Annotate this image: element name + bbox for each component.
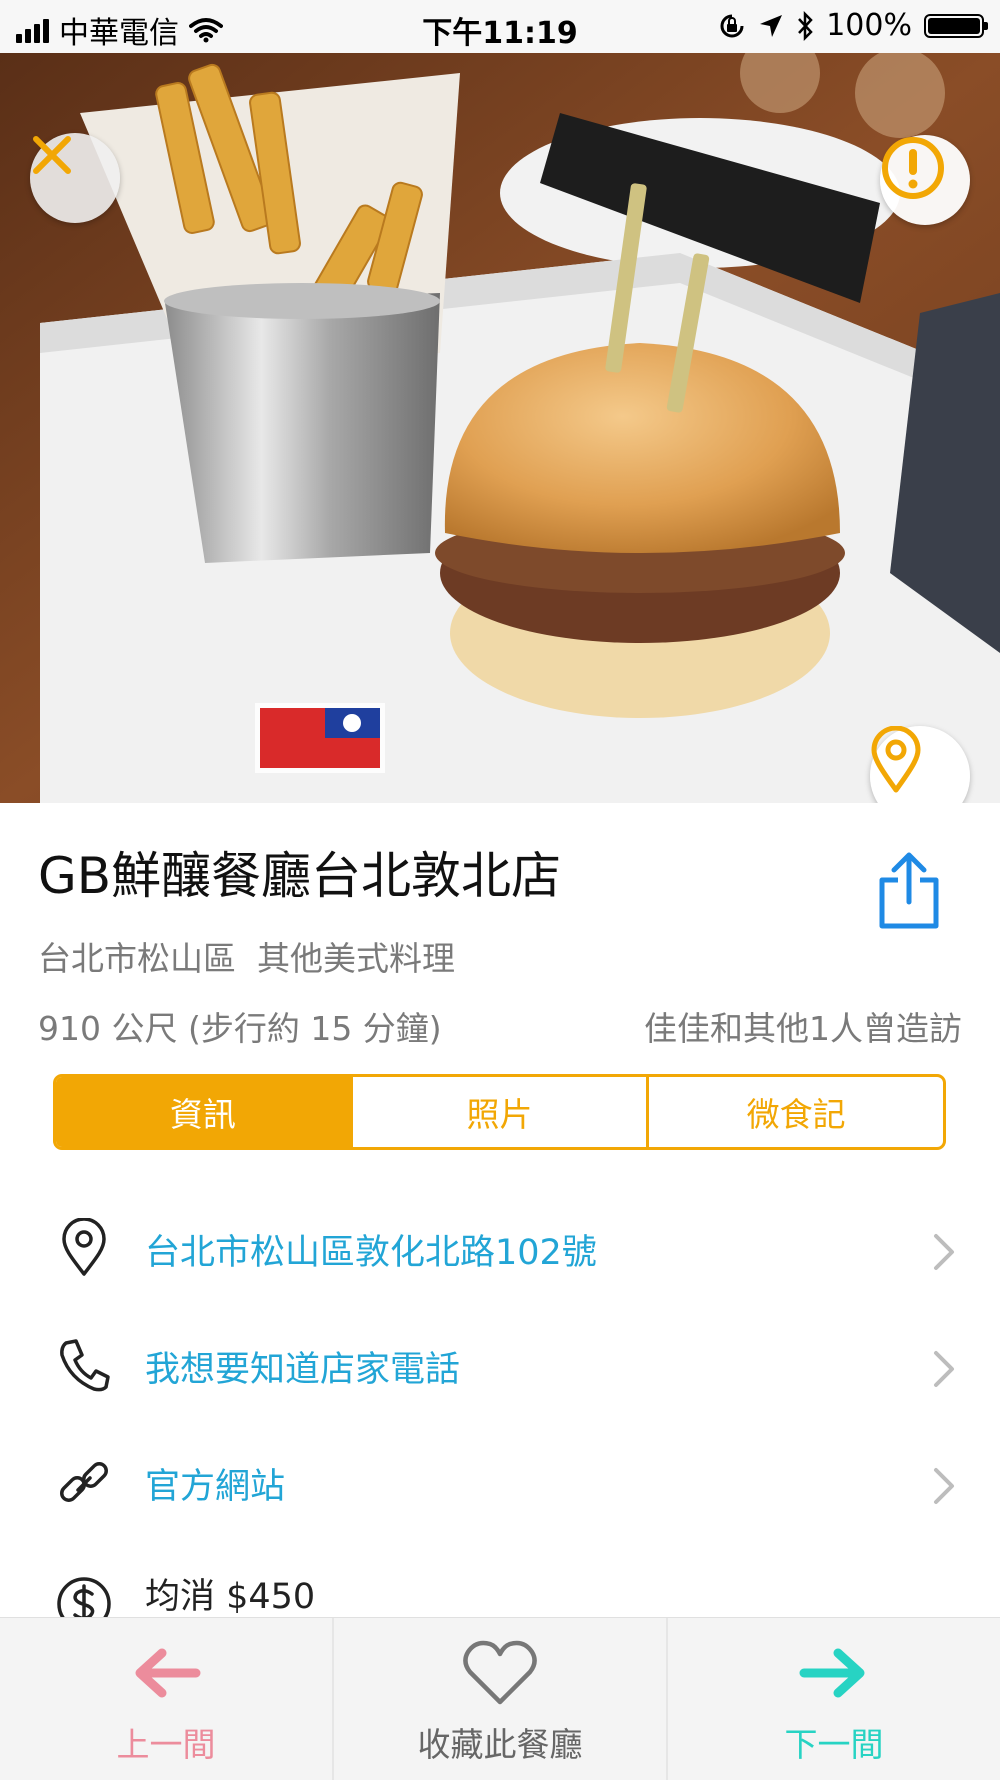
address-text: 台北市松山區敦化北路102號 (145, 1233, 597, 1273)
tab-blog[interactable]: 微食記 (646, 1077, 943, 1147)
segmented-tabs: 資訊 照片 微食記 (53, 1074, 946, 1150)
share-button[interactable] (876, 852, 942, 930)
phone-text: 我想要知道店家電話 (145, 1350, 461, 1390)
rotation-lock-icon (720, 14, 744, 37)
next-label: 下一間 (784, 1725, 884, 1764)
share-icon (879, 852, 939, 929)
cuisine-label: 其他美式料理 (256, 939, 455, 978)
restaurant-meta: 台北市松山區 其他美式料理 (38, 932, 455, 980)
website-row[interactable]: 官方網站 (0, 1430, 1000, 1540)
price-text: 均消 $450 (145, 1577, 316, 1617)
tab-photos[interactable]: 照片 (349, 1077, 647, 1147)
chevron-right-icon (934, 1351, 954, 1387)
battery-percent: 100% (826, 8, 912, 43)
price-row: 均消 $450 (0, 1548, 1000, 1617)
district-label: 台北市松山區 (38, 939, 236, 978)
address-row[interactable]: 台北市松山區敦化北路102號 (0, 1196, 1000, 1306)
prev-label: 上一間 (116, 1725, 216, 1764)
chevron-right-icon (934, 1468, 954, 1504)
chevron-right-icon (934, 1234, 954, 1270)
map-pin-icon (871, 726, 921, 793)
favorite-button[interactable]: 收藏此餐廳 (332, 1618, 666, 1780)
arrow-right-icon (799, 1648, 865, 1698)
battery-icon (924, 13, 988, 38)
heart-icon (463, 1640, 537, 1705)
favorite-label: 收藏此餐廳 (417, 1725, 583, 1764)
status-right: 100% (718, 8, 988, 43)
link-icon (60, 1462, 108, 1502)
prev-restaurant-button[interactable]: 上一間 (0, 1618, 332, 1780)
visits-label[interactable]: 佳佳和其他1人曾造訪 (644, 1002, 962, 1050)
arrow-left-icon (135, 1648, 201, 1698)
photo-illustration (0, 53, 1000, 803)
close-button[interactable] (30, 133, 120, 223)
dollar-icon (57, 1577, 111, 1617)
tab-info[interactable]: 資訊 (56, 1077, 350, 1147)
website-text: 官方網站 (145, 1467, 286, 1507)
distance-label: 910 公尺 (步行約 15 分鐘) (38, 1009, 442, 1048)
restaurant-photo (0, 53, 1000, 803)
location-arrow-icon (760, 14, 783, 37)
bluetooth-icon (798, 10, 813, 41)
phone-icon (60, 1339, 110, 1392)
location-icon (62, 1218, 106, 1276)
status-bar: 中華電信 下午11:19 100% (0, 0, 1000, 53)
report-button[interactable] (880, 135, 970, 225)
bottom-action-bar: 上一間 收藏此餐廳 下一間 (0, 1617, 1000, 1780)
restaurant-name: GB鮮釀餐廳台北敦北店 (38, 847, 562, 905)
phone-row[interactable]: 我想要知道店家電話 (0, 1313, 1000, 1423)
close-icon (33, 136, 71, 174)
report-icon (882, 137, 944, 199)
next-restaurant-button[interactable]: 下一間 (666, 1618, 1000, 1780)
